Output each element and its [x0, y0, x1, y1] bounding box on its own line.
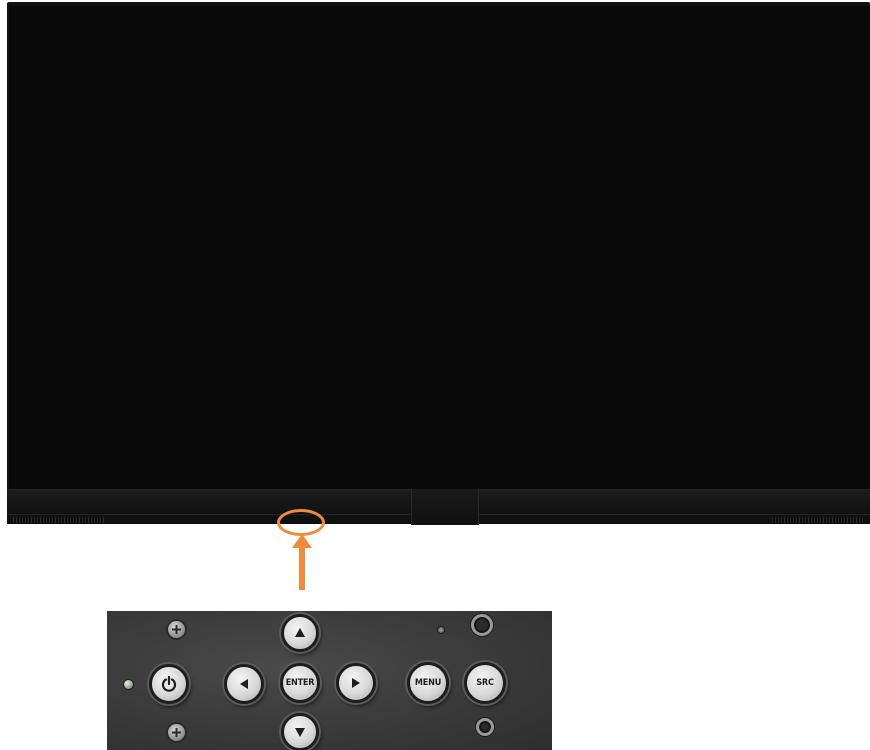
down-arrow-button[interactable]	[281, 713, 319, 750]
screw-bottom-left-icon	[168, 724, 185, 741]
arrow-up-icon	[295, 628, 305, 637]
mount-hole-top-icon	[471, 614, 493, 636]
menu-label: MENU	[414, 678, 442, 688]
screw-top-left-icon	[168, 621, 185, 638]
arrow-down-icon	[295, 728, 305, 737]
ir-sensor	[438, 627, 444, 633]
source-button[interactable]: SRC	[464, 662, 506, 704]
power-button[interactable]	[149, 664, 189, 704]
tv-screen	[9, 6, 870, 489]
menu-button[interactable]: MENU	[407, 662, 449, 704]
mount-hole-bottom-icon	[476, 718, 494, 736]
power-icon	[161, 676, 177, 692]
left-speaker-grille	[13, 517, 105, 523]
right-speaker-grille	[772, 517, 864, 523]
left-arrow-button[interactable]	[224, 664, 264, 704]
arrow-right-icon	[352, 678, 360, 688]
source-label: SRC	[476, 678, 494, 688]
up-arrow-button[interactable]	[281, 614, 319, 652]
button-location-highlight	[277, 509, 325, 536]
tv-display	[7, 2, 870, 525]
arrow-left-icon	[240, 679, 248, 689]
control-panel: ENTER MENU SRC	[107, 611, 552, 750]
tv-center-module	[411, 489, 479, 525]
status-led	[124, 680, 133, 689]
right-arrow-button[interactable]	[336, 663, 376, 703]
enter-button[interactable]: ENTER	[280, 663, 320, 703]
callout-arrow-icon	[292, 534, 312, 590]
enter-label: ENTER	[285, 678, 315, 688]
